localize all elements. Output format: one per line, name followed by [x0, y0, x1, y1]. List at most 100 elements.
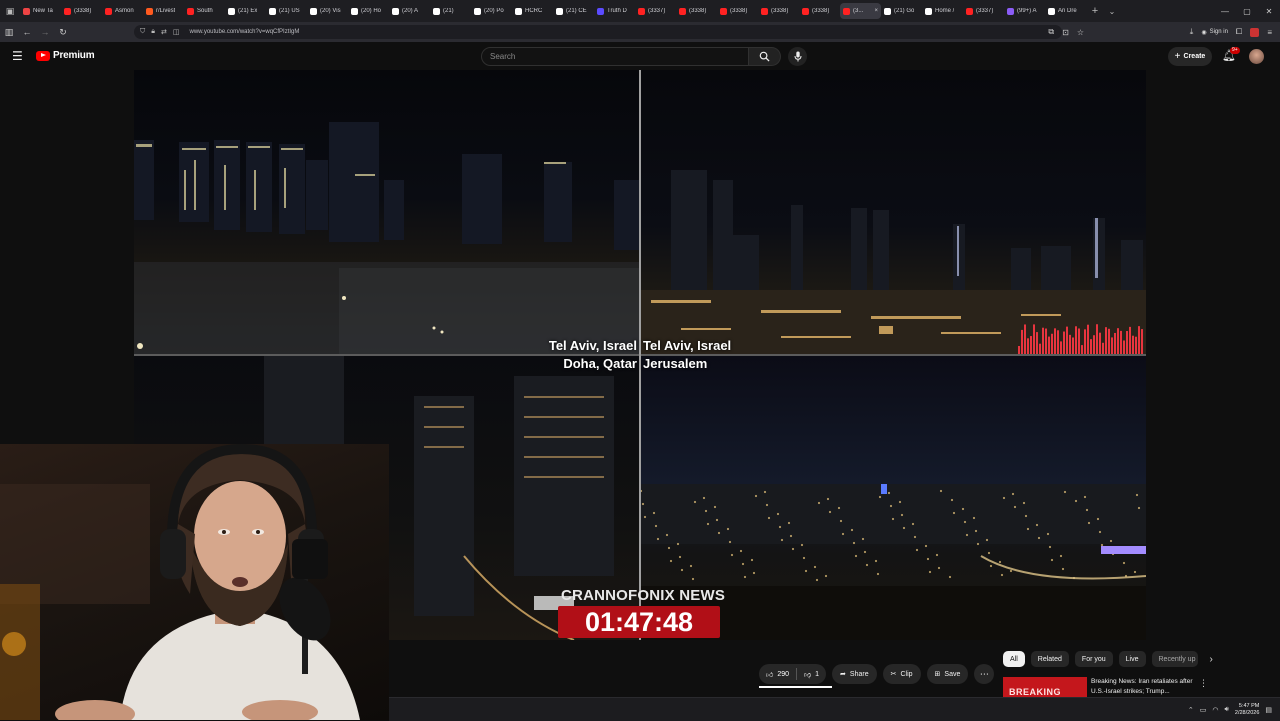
dislike-count: 1	[815, 670, 820, 678]
lock-icon[interactable]: 🔒︎	[151, 28, 155, 36]
chevron-right-icon[interactable]: ›	[1210, 654, 1213, 665]
browser-tab[interactable]: (20) Po	[471, 3, 512, 19]
bookmark-star-icon[interactable]: ☆	[1077, 28, 1084, 37]
browser-tab[interactable]: (3337)	[635, 3, 676, 19]
new-tab-button[interactable]: +	[1086, 5, 1104, 17]
city-skyline-graphic	[134, 122, 639, 354]
reload-button[interactable]: ↻	[54, 27, 72, 38]
extensions-icon[interactable]: ⧠	[1236, 27, 1242, 37]
system-clock[interactable]: 5:47 PM 2/28/2026	[1235, 703, 1259, 717]
elapsed-timer: 01:47:48	[558, 606, 720, 638]
browser-tab[interactable]: Truth D	[594, 3, 635, 19]
browser-tab[interactable]: (21)	[430, 3, 471, 19]
browser-tab[interactable]: (3338)	[61, 3, 102, 19]
wifi-icon[interactable]: ◠	[1212, 706, 1218, 714]
sign-in-button[interactable]: ◉ Sign in	[1201, 29, 1228, 36]
chip-live[interactable]: Live	[1118, 651, 1146, 667]
city-light	[813, 565, 817, 569]
voice-search-button[interactable]	[788, 47, 807, 66]
tab-title: (3338)	[812, 8, 830, 14]
browser-tab[interactable]: Home /	[922, 3, 963, 19]
browser-tab[interactable]: (21) Go	[881, 3, 922, 19]
browser-tab[interactable]: New Ta	[20, 3, 61, 19]
save-button[interactable]: ⊞ Save	[926, 664, 969, 684]
browser-tab[interactable]: (3338)	[717, 3, 758, 19]
more-actions-button[interactable]: ⋯	[974, 664, 995, 684]
pip-icon[interactable]: ⧉	[1048, 27, 1054, 37]
browser-tab[interactable]: (21) Ex	[225, 3, 266, 19]
notification-center-icon[interactable]: ▤	[1265, 706, 1272, 714]
search-input[interactable]: Search	[481, 47, 749, 66]
page-info-icon[interactable]: ◫	[173, 28, 180, 36]
user-avatar[interactable]	[1249, 49, 1264, 64]
hamburger-menu-icon[interactable]: ☰	[12, 50, 23, 62]
browser-tab[interactable]: r/Livest	[143, 3, 184, 19]
audio-bar	[1045, 328, 1047, 354]
search-button[interactable]	[749, 47, 781, 66]
location-label-bottom-left: Doha, Qatar	[563, 356, 637, 371]
minimize-button[interactable]: —	[1214, 7, 1236, 16]
share-button[interactable]: ➦ Share	[832, 664, 877, 684]
tab-search-icon[interactable]: ▣	[0, 0, 20, 22]
tab-list-chevron-icon[interactable]: ⌄	[1104, 7, 1120, 16]
chip-all[interactable]: All	[1003, 651, 1025, 667]
url-text[interactable]: www.youtube.com/watch?v=wqCfPIztIgM	[189, 29, 299, 35]
city-light	[1133, 570, 1137, 574]
sidebar-toggle-icon[interactable]: ▥	[0, 27, 18, 38]
back-button[interactable]: ←	[18, 27, 36, 37]
chip-related[interactable]: Related	[1030, 651, 1069, 667]
browser-tab[interactable]: (3338)	[799, 3, 840, 19]
network-icon[interactable]: ▭	[1200, 706, 1207, 714]
screenshot-icon[interactable]: ⊡	[1062, 28, 1069, 37]
browser-tab[interactable]: (3338)	[676, 3, 717, 19]
like-button[interactable]: 👍︎ 290	[759, 664, 796, 684]
browser-tab[interactable]: (3338)	[758, 3, 799, 19]
create-button[interactable]: + Create	[1168, 47, 1212, 66]
city-light	[935, 553, 939, 557]
browser-tab[interactable]: (21) CE	[553, 3, 594, 19]
dislike-button[interactable]: 👎︎ 1	[797, 664, 826, 684]
forward-button[interactable]: →	[36, 27, 54, 37]
tray-overflow-chevron-icon[interactable]: ⌃	[1188, 706, 1194, 714]
browser-tab[interactable]: Ari Dre	[1045, 3, 1086, 19]
menu-icon[interactable]: ≡	[1267, 28, 1272, 37]
browser-tab[interactable]: South	[184, 3, 225, 19]
clip-button[interactable]: ✂ Clip	[882, 664, 921, 684]
browser-tab[interactable]: (3337)	[963, 3, 1004, 19]
city-light	[1046, 532, 1050, 536]
browser-tab[interactable]: (21) US	[266, 3, 307, 19]
tab-title: (99+) A	[1017, 8, 1037, 14]
city-light	[691, 577, 695, 581]
related-video-item[interactable]: BREAKING Breaking News: Iran retaliates …	[1003, 677, 1273, 699]
browser-tab[interactable]: (99+) A	[1004, 3, 1045, 19]
extension-badge-icon[interactable]	[1250, 27, 1260, 37]
close-tab-icon[interactable]: ×	[874, 8, 878, 14]
download-icon[interactable]: ⤓	[1190, 27, 1194, 37]
site-settings-icon[interactable]: ⇄	[161, 28, 167, 36]
browser-tab[interactable]: Asmon	[102, 3, 143, 19]
audio-bar	[1054, 328, 1056, 354]
audio-bar	[1069, 334, 1071, 354]
maximize-button[interactable]: ▢	[1236, 7, 1258, 16]
address-bar[interactable]: ⛉ 🔒︎ ⇄ ◫ www.youtube.com/watch?v=wqCfPIz…	[134, 25, 1062, 39]
related-video-title[interactable]: Breaking News: Iran retaliates after U.S…	[1091, 677, 1201, 697]
chip-recently-uploaded[interactable]: Recently up	[1151, 651, 1198, 667]
city-light	[852, 541, 856, 545]
browser-tab[interactable]: (3... ×	[840, 3, 881, 19]
kebab-menu-icon[interactable]: ⋮	[1199, 678, 1208, 689]
close-window-button[interactable]: ✕	[1258, 7, 1280, 16]
browser-tab[interactable]: (20) Ho	[348, 3, 389, 19]
shield-icon[interactable]: ⛉	[140, 28, 145, 36]
city-light	[924, 544, 928, 548]
browser-tab[interactable]: HCRC	[512, 3, 553, 19]
related-video-thumbnail[interactable]: BREAKING	[1003, 677, 1087, 699]
tab-title: New Ta	[33, 8, 53, 14]
browser-tab[interactable]: (20) Vis	[307, 3, 348, 19]
youtube-premium-logo[interactable]: Premium	[36, 50, 95, 61]
chip-for-you[interactable]: For you	[1074, 651, 1113, 667]
city-light	[652, 511, 656, 515]
city-light	[713, 505, 717, 509]
browser-tab[interactable]: (20) A	[389, 3, 430, 19]
tab-title: r/Livest	[156, 8, 176, 14]
volume-icon[interactable]: 🔊︎	[1224, 706, 1228, 714]
